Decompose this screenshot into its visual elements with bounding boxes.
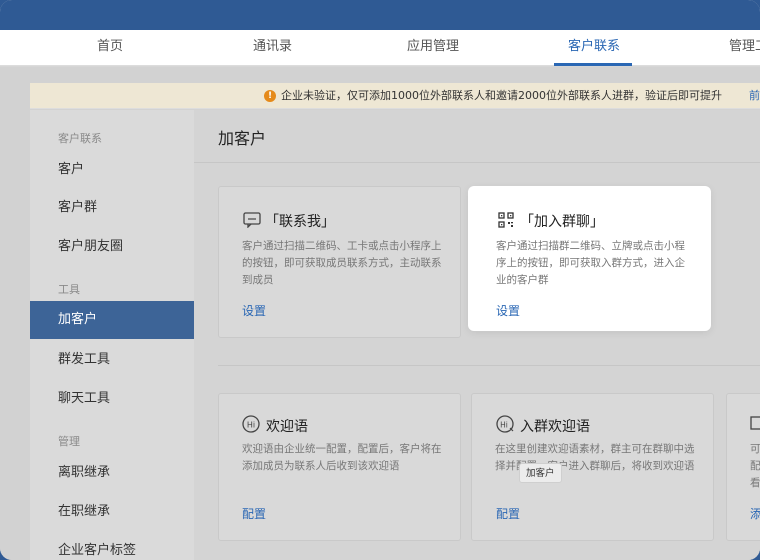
tab-home[interactable]: 首页 — [97, 30, 123, 66]
sidebar-item-add-customer[interactable]: 加客户 — [30, 301, 194, 339]
join-group-settings-link[interactable]: 设置 — [496, 302, 520, 319]
contact-me-title: 「联系我」 — [265, 214, 335, 230]
hi-bubble-icon: Hi — [242, 415, 260, 433]
partial-desc-line2: 配 — [750, 460, 760, 472]
section-divider — [218, 365, 760, 366]
sidebar-item-customer[interactable]: 客户 — [30, 151, 194, 189]
sidebar-group-tools: 工具 — [58, 283, 80, 296]
join-group-desc: 客户通过扫描群二维码、立牌或点击小程序上的按钮，即可获取入群方式，进入企业的客户… — [496, 240, 685, 286]
welcome-message-config-link[interactable]: 配置 — [242, 505, 266, 522]
svg-text:Hi: Hi — [500, 421, 508, 430]
partial-desc-line1: 可 — [750, 443, 760, 455]
warning-icon: ! — [264, 90, 276, 102]
tooltip: 加客户 — [519, 463, 562, 483]
sidebar-item-chat-tools[interactable]: 聊天工具 — [30, 380, 194, 418]
sidebar-item-customer-group[interactable]: 客户群 — [30, 189, 194, 227]
sidebar-group-manage: 管理 — [58, 435, 80, 448]
go-verify-link[interactable]: 前往验证 — [749, 83, 760, 109]
sidebar-item-onjob-inherit[interactable]: 在职继承 — [30, 493, 194, 531]
welcome-message-desc: 欢迎语由企业统一配置，配置后，客户将在添加成员为联系人后收到该欢迎语 — [242, 443, 442, 472]
sidebar: 客户联系 客户 客户群 客户朋友圈 工具 加客户 群发工具 聊天工具 管理 离职… — [30, 110, 194, 560]
app-window: 首页 通讯录 应用管理 客户联系 管理工 ! 企业未验证，仅可添加1000位外部… — [0, 0, 760, 560]
svg-text:Hi: Hi — [247, 421, 255, 430]
group-hi-icon: Hi — [496, 415, 514, 433]
sidebar-item-moments[interactable]: 客户朋友圈 — [30, 228, 194, 266]
top-nav: 首页 通讯录 应用管理 客户联系 管理工 — [0, 30, 760, 66]
sidebar-item-resign-inherit[interactable]: 离职继承 — [30, 454, 194, 492]
welcome-message-title: 欢迎语 — [266, 419, 308, 435]
tab-app-management[interactable]: 应用管理 — [407, 30, 459, 66]
group-welcome-config-link[interactable]: 配置 — [496, 505, 520, 522]
tab-contacts[interactable]: 通讯录 — [253, 30, 292, 66]
contact-me-settings-link[interactable]: 设置 — [242, 302, 266, 319]
sidebar-item-tags[interactable]: 企业客户标签 — [30, 532, 194, 560]
contact-me-desc: 客户通过扫描二维码、工卡或点击小程序上的按钮，即可获取成员联系方式，主动联系到成… — [242, 240, 442, 286]
partial-card-icon — [750, 416, 760, 430]
title-divider — [194, 162, 760, 163]
partial-card-link[interactable]: 添 — [750, 505, 760, 522]
chat-window-icon — [243, 212, 261, 228]
tab-customer-contact[interactable]: 客户联系 — [568, 30, 620, 66]
top-bar — [0, 0, 760, 30]
partial-desc-line3: 看 — [750, 477, 760, 489]
verification-notice: ! 企业未验证，仅可添加1000位外部联系人和邀请2000位外部联系人进群，验证… — [30, 83, 760, 109]
sidebar-item-mass-send[interactable]: 群发工具 — [30, 341, 194, 379]
notice-text: 企业未验证，仅可添加1000位外部联系人和邀请2000位外部联系人进群，验证后即… — [281, 89, 722, 102]
tab-management[interactable]: 管理工 — [729, 30, 760, 66]
active-tab-indicator — [554, 63, 632, 66]
join-group-title: 「加入群聊」 — [520, 214, 604, 230]
qr-code-icon — [498, 212, 514, 228]
page-title: 加客户 — [218, 129, 267, 148]
sidebar-group-customer: 客户联系 — [58, 132, 102, 145]
group-welcome-title: 入群欢迎语 — [520, 419, 590, 435]
partial-card-desc: 可 配 看 — [750, 441, 760, 492]
